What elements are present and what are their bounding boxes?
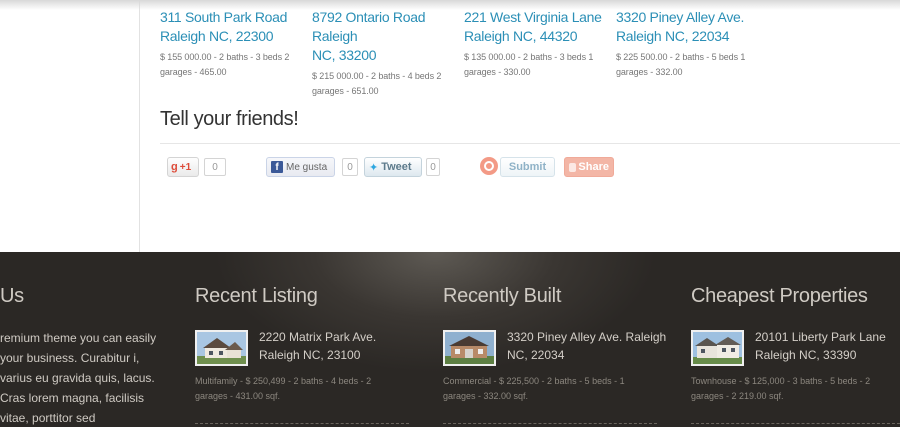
listing-title-line: 8792 Ontario Road Raleigh xyxy=(312,9,426,44)
listing-card: 311 South Park Road Raleigh NC, 22300 $ … xyxy=(160,8,306,80)
footer-listing-title[interactable]: 20101 Liberty Park Lane Raleigh NC, 3339… xyxy=(755,328,900,364)
listing-meta: $ 155 000.00 - 2 baths - 3 beds 2 garage… xyxy=(160,50,306,80)
footer-listing-meta: Townhouse - $ 125,000 - 3 baths - 5 beds… xyxy=(691,374,900,404)
facebook-like-count: 0 xyxy=(342,158,358,176)
share-divider xyxy=(160,143,900,144)
footer-about-heading: Us xyxy=(0,285,24,307)
share-button[interactable]: Share xyxy=(564,157,614,177)
property-thumbnail[interactable] xyxy=(195,330,248,366)
listing-meta-line: $ 155 000.00 - 2 baths - 3 beds 2 xyxy=(160,52,290,62)
listing-card: 221 West Virginia Lane Raleigh NC, 44320… xyxy=(464,8,610,80)
footer-cheapest-heading: Cheapest Properties xyxy=(691,285,868,307)
listing-title-link[interactable]: 221 West Virginia Lane Raleigh NC, 44320 xyxy=(464,8,610,46)
listing-title-line: Raleigh NC, 22300 xyxy=(160,28,274,44)
share-buttons: g +1 0 f Me gusta 0 ✦ Tweet 0 Submit Sha… xyxy=(0,157,900,181)
listing-title-link[interactable]: 8792 Ontario Road Raleigh NC, 33200 xyxy=(312,8,458,65)
footer-listing-meta: Multifamily - $ 250,499 - 2 baths - 4 be… xyxy=(195,374,409,404)
listing-title-line: 221 West Virginia Lane xyxy=(464,9,602,25)
footer-recently-built-heading: Recently Built xyxy=(443,285,562,307)
listing-title-link[interactable]: 311 South Park Road Raleigh NC, 22300 xyxy=(160,8,306,46)
content-area: 311 South Park Road Raleigh NC, 22300 $ … xyxy=(0,0,900,252)
footer-recent-listing-heading: Recent Listing xyxy=(195,285,318,307)
submit-button[interactable]: Submit xyxy=(500,157,555,177)
footer-divider xyxy=(691,423,900,424)
listing-meta: $ 225 500.00 - 2 baths - 5 beds 1 garage… xyxy=(616,50,762,80)
share-label: Share xyxy=(578,161,609,173)
listing-meta-line: garages - 332.00 xyxy=(616,67,683,77)
listing-title-line: Raleigh NC, 44320 xyxy=(464,28,578,44)
listing-title-line: 3320 Piney Alley Ave. xyxy=(616,9,745,25)
listing-title-line: 311 South Park Road xyxy=(160,9,288,25)
tweet-count: 0 xyxy=(426,158,440,176)
footer-divider xyxy=(443,423,657,424)
footer-listing-meta-line: Multifamily - $ 250,499 - 2 baths - 4 be… xyxy=(195,376,372,386)
sidebar-divider xyxy=(139,0,140,252)
facebook-icon: f xyxy=(271,161,283,173)
footer-listing-meta-line: garages - 332.00 sqf. xyxy=(443,391,529,401)
footer-listing-meta-line: Commercial - $ 225,500 - 2 baths - 5 bed… xyxy=(443,376,625,386)
top-shadow xyxy=(0,0,900,10)
listing-meta-line: $ 215 000.00 - 2 baths - 4 beds 2 xyxy=(312,71,442,81)
property-thumbnail[interactable] xyxy=(691,330,744,366)
gplus-count: 0 xyxy=(204,158,226,176)
gplus-button[interactable]: g +1 xyxy=(167,157,199,177)
twitter-bird-icon: ✦ xyxy=(369,161,379,174)
listing-card: 8792 Ontario Road Raleigh NC, 33200 $ 21… xyxy=(312,8,458,99)
footer-listing-title[interactable]: 2220 Matrix Park Ave. Raleigh NC, 23100 xyxy=(259,328,419,364)
listing-meta-line: garages - 651.00 xyxy=(312,86,379,96)
share-heading: Tell your friends! xyxy=(160,108,299,130)
tweet-label: Tweet xyxy=(381,161,412,173)
stumbleupon-icon[interactable] xyxy=(480,157,498,175)
footer-about-text: remium theme you can easily your busines… xyxy=(0,331,157,425)
listing-card: 3320 Piney Alley Ave. Raleigh NC, 22034 … xyxy=(616,8,762,80)
facebook-like-button[interactable]: f Me gusta xyxy=(266,157,335,177)
footer-listing-title[interactable]: 3320 Piney Alley Ave. Raleigh NC, 22034 xyxy=(507,328,667,364)
listing-title-line: Raleigh NC, 22034 xyxy=(616,28,730,44)
listing-meta: $ 135 000.00 - 2 baths - 3 beds 1 garage… xyxy=(464,50,610,80)
listing-title-link[interactable]: 3320 Piney Alley Ave. Raleigh NC, 22034 xyxy=(616,8,762,46)
facebook-like-label: Me gusta xyxy=(286,161,328,173)
share-icon xyxy=(569,162,577,172)
footer-divider xyxy=(195,423,409,424)
gplus-icon: g xyxy=(171,161,178,173)
submit-label: Submit xyxy=(508,161,547,173)
listing-meta-line: $ 135 000.00 - 2 baths - 3 beds 1 xyxy=(464,52,594,62)
gplus-label: +1 xyxy=(179,161,192,173)
footer-listing-meta-line: garages - 431.00 sqf. xyxy=(195,391,281,401)
tweet-button[interactable]: ✦ Tweet xyxy=(364,157,422,177)
listing-meta: $ 215 000.00 - 2 baths - 4 beds 2 garage… xyxy=(312,69,458,99)
footer-listing-meta-line: garages - 2 219.00 sqf. xyxy=(691,391,784,401)
listing-title-line: NC, 33200 xyxy=(312,47,377,63)
footer: Us remium theme you can easily your busi… xyxy=(0,252,900,427)
listing-meta-line: garages - 465.00 xyxy=(160,67,227,77)
footer-listing-meta: Commercial - $ 225,500 - 2 baths - 5 bed… xyxy=(443,374,657,404)
listing-meta-line: $ 225 500.00 - 2 baths - 5 beds 1 xyxy=(616,52,746,62)
footer-listing-meta-line: Townhouse - $ 125,000 - 3 baths - 5 beds… xyxy=(691,376,871,386)
property-thumbnail[interactable] xyxy=(443,330,496,366)
listing-meta-line: garages - 330.00 xyxy=(464,67,531,77)
